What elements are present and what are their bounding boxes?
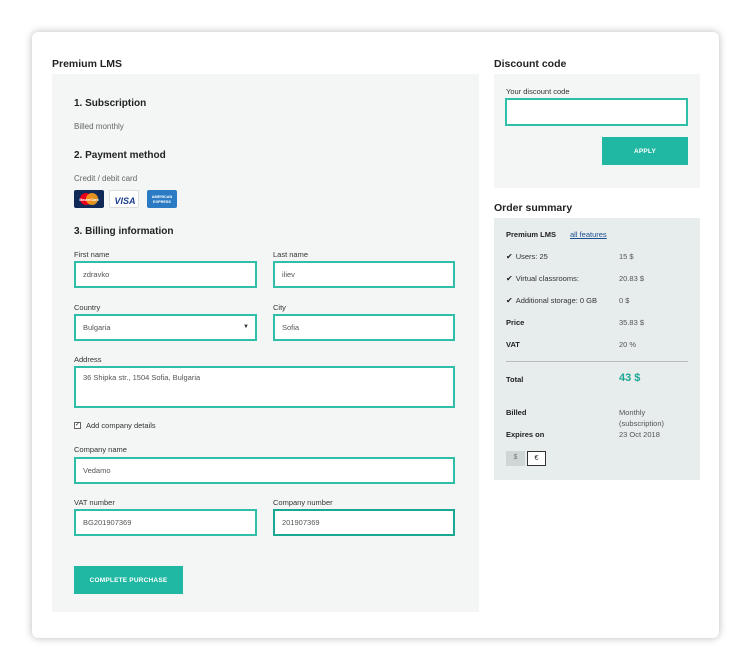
storage-row: ✔ Additional storage: 0 GB (506, 296, 598, 305)
summary-divider (506, 361, 688, 362)
classrooms-value: 20.83 $ (619, 274, 645, 283)
expires-label: Expires on (506, 430, 545, 439)
billing-period: Billed monthly (74, 122, 124, 131)
address-label: Address (74, 355, 102, 364)
checkmark-icon: ✔ (506, 252, 513, 261)
currency-eur-button[interactable]: € (527, 451, 546, 466)
all-features-link[interactable]: all features (570, 230, 607, 239)
checkbox-checked-icon[interactable]: ✓ (74, 422, 81, 429)
amex-text-2: EXPRESS (153, 200, 171, 204)
expires-value: 23 Oct 2018 (619, 430, 660, 439)
total-value: 43 $ (619, 372, 641, 384)
last-name-input[interactable]: iliev (273, 261, 455, 288)
currency-usd-button[interactable]: $ (506, 451, 525, 466)
product-title: Premium LMS (52, 58, 123, 70)
price-value: 35.83 $ (619, 318, 645, 327)
vat-label: VAT (506, 340, 520, 349)
payment-method: Credit / debit card (74, 174, 138, 183)
billed-value-line-1: Monthly (619, 408, 646, 417)
price-label: Price (506, 318, 525, 327)
company-name-input[interactable]: Vedamo (74, 457, 455, 484)
checkout-form-panel: 1. Subscription Billed monthly 2. Paymen… (52, 74, 479, 612)
classrooms-row: ✔ Virtual classrooms: (506, 274, 579, 283)
vat-number-input[interactable]: BG201907369 (74, 509, 257, 536)
checkmark-icon: ✔ (506, 296, 513, 305)
vat-value: 20 % (619, 340, 637, 349)
visa-text: VISA (114, 196, 135, 206)
discount-title: Discount code (494, 58, 567, 70)
discount-input-label: Your discount code (506, 87, 570, 96)
city-label: City (273, 303, 286, 312)
mastercard-text: MasterCard (79, 198, 98, 202)
country-value: Bulgaria (83, 323, 111, 332)
users-row: ✔ Users: 25 (506, 252, 548, 261)
company-details-label: Add company details (86, 421, 156, 430)
amex-text-1: AMERICAN (152, 195, 173, 199)
mastercard-icon: MasterCard (74, 190, 104, 208)
visa-icon: VISA (109, 190, 139, 208)
users-value: 15 $ (619, 252, 634, 261)
apply-button[interactable]: APPLY (602, 137, 688, 165)
billed-value-line-2: (subscription) (619, 419, 665, 428)
address-value: 36 Shipka str., 1504 Sofia, Bulgaria (83, 373, 201, 382)
order-summary-title: Order summary (494, 202, 573, 214)
company-number-input[interactable]: 201907369 (273, 509, 455, 536)
complete-purchase-button[interactable]: COMPLETE PURCHASE (74, 566, 183, 594)
checkout-card: Premium LMS 1. Subscription Billed month… (32, 32, 719, 638)
dropdown-arrow-icon: ▼ (243, 324, 249, 330)
company-name-label: Company name (74, 445, 127, 454)
first-name-input[interactable]: zdravko (74, 261, 257, 288)
city-input[interactable]: Sofia (273, 314, 455, 341)
storage-value: 0 $ (619, 296, 630, 305)
total-label: Total (506, 375, 524, 384)
country-select[interactable]: Bulgaria ▼ (74, 314, 257, 341)
subscription-heading: 1. Subscription (74, 98, 147, 109)
first-name-label: First name (74, 250, 110, 259)
company-details-checkbox-row[interactable]: ✓ Add company details (74, 421, 156, 430)
billing-heading: 3. Billing information (74, 226, 174, 237)
order-summary-panel: Premium LMS all features ✔ Users: 25 15 $… (494, 218, 700, 480)
summary-plan-name: Premium LMS (506, 230, 557, 239)
amex-icon: AMERICAN EXPRESS (147, 190, 177, 208)
discount-code-input[interactable] (505, 98, 688, 126)
billed-label: Billed (506, 408, 527, 417)
checkmark-icon: ✔ (506, 274, 513, 283)
company-number-label: Company number (273, 498, 333, 507)
payment-heading: 2. Payment method (74, 150, 166, 161)
discount-panel: Your discount code APPLY (494, 74, 700, 188)
last-name-label: Last name (273, 250, 309, 259)
country-label: Country (74, 303, 101, 312)
vat-number-label: VAT number (74, 498, 115, 507)
address-textarea[interactable]: 36 Shipka str., 1504 Sofia, Bulgaria (74, 366, 455, 408)
